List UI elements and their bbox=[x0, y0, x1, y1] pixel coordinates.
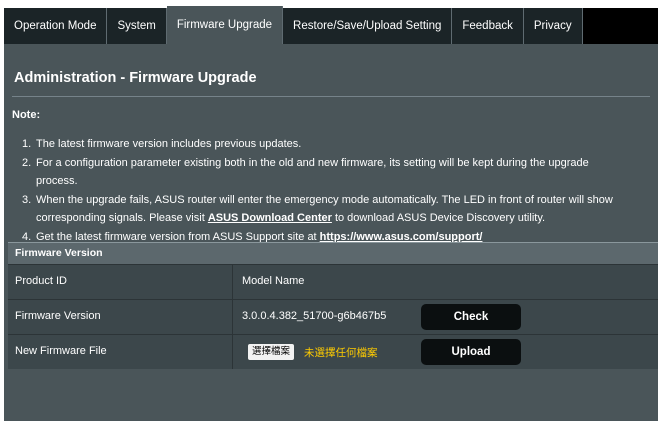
notes-list: 1. The latest firmware version includes … bbox=[22, 135, 654, 246]
note-text: For a configuration parameter existing b… bbox=[36, 156, 589, 169]
note-text-segment: Get the latest firmware version from ASU… bbox=[36, 230, 320, 243]
firmware-version-table-header: Firmware Version bbox=[8, 242, 658, 264]
note-label: Note: bbox=[12, 109, 41, 121]
product-id-label: Product ID bbox=[15, 275, 67, 287]
tab-bar-filler bbox=[582, 8, 658, 44]
table-row-new-firmware-file: New Firmware File 選擇檔案 未選擇任何檔案 Upload bbox=[8, 334, 658, 369]
table-row-product-id: Product ID Model Name bbox=[8, 264, 658, 299]
check-button[interactable]: Check bbox=[421, 304, 521, 330]
note-text-segment: corresponding signals. Please visit bbox=[36, 212, 208, 224]
note-item: 1. The latest firmware version includes … bbox=[22, 135, 654, 154]
tab-firmware-upgrade[interactable]: Firmware Upgrade bbox=[166, 6, 284, 44]
firmware-upgrade-page: Operation Mode System Firmware Upgrade R… bbox=[0, 0, 662, 421]
page-title: Administration - Firmware Upgrade bbox=[14, 70, 257, 86]
note-text: The latest firmware version includes pre… bbox=[36, 138, 302, 150]
note-text-segment: to download ASUS Device Discovery utilit… bbox=[331, 212, 546, 224]
title-divider bbox=[12, 96, 650, 97]
table-header-label: Firmware Version bbox=[15, 247, 103, 259]
cell-divider bbox=[232, 300, 233, 334]
asus-support-link[interactable]: https://www.asus.com/support/ bbox=[320, 231, 483, 243]
note-item: 3. When the upgrade fails, ASUS router w… bbox=[22, 191, 654, 228]
choose-file-button[interactable]: 選擇檔案 bbox=[248, 344, 295, 360]
note-text-continued: process. bbox=[36, 175, 78, 187]
firmware-version-value: 3.0.0.4.382_51700-g6b467b5 bbox=[242, 310, 387, 322]
tab-feedback[interactable]: Feedback bbox=[452, 8, 524, 44]
asus-download-center-link[interactable]: ASUS Download Center bbox=[208, 212, 332, 224]
note-number: 1. bbox=[22, 138, 32, 150]
cell-divider bbox=[232, 335, 233, 369]
file-status-text: 未選擇任何檔案 bbox=[304, 347, 378, 359]
new-firmware-file-label: New Firmware File bbox=[15, 345, 107, 357]
tab-privacy[interactable]: Privacy bbox=[523, 8, 583, 44]
product-id-value: Model Name bbox=[242, 275, 305, 287]
tab-bar: Operation Mode System Firmware Upgrade R… bbox=[4, 6, 658, 44]
note-text: When the upgrade fails, ASUS router will… bbox=[36, 193, 613, 206]
cell-divider bbox=[232, 265, 233, 299]
table-row-firmware-version: Firmware Version 3.0.0.4.382_51700-g6b46… bbox=[8, 299, 658, 334]
note-item: 2. For a configuration parameter existin… bbox=[22, 154, 654, 191]
firmware-version-label: Firmware Version bbox=[15, 310, 101, 322]
tab-system[interactable]: System bbox=[107, 8, 167, 44]
tab-operation-mode[interactable]: Operation Mode bbox=[4, 8, 108, 44]
upload-button[interactable]: Upload bbox=[421, 339, 521, 365]
tab-restore-save-upload-setting[interactable]: Restore/Save/Upload Setting bbox=[283, 8, 453, 44]
note-number: 2. bbox=[22, 156, 32, 169]
note-text-continued: corresponding signals. Please visit ASUS… bbox=[34, 209, 654, 228]
note-number: 3. bbox=[22, 193, 32, 206]
